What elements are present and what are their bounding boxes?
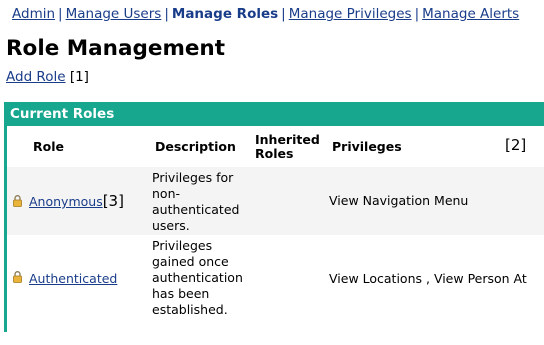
role-privileges: View Navigation Menu: [329, 193, 469, 208]
lock-icon: [13, 271, 22, 283]
table-row: Anonymous[3] Privileges for non-authenti…: [7, 167, 544, 235]
panel-header: Current Roles: [7, 102, 544, 126]
table-header-row: Role Description Inherited Roles Privile…: [7, 126, 544, 167]
nav-separator: |: [281, 6, 286, 22]
nav-admin[interactable]: Admin: [12, 6, 55, 22]
column-header-role: Role: [33, 139, 64, 154]
header-marker: [2]: [505, 136, 527, 154]
nav-separator: |: [58, 6, 63, 22]
role-description: Privileges for non-authenticated users.: [152, 170, 240, 233]
column-header-description: Description: [155, 139, 236, 154]
column-header-inherited-roles: Inherited Roles: [255, 132, 320, 161]
nav-manage-users[interactable]: Manage Users: [66, 6, 162, 22]
current-roles-panel: Current Roles Role Description Inherited…: [4, 102, 544, 345]
role-link-anonymous[interactable]: Anonymous: [29, 194, 103, 209]
nav-manage-roles-current: Manage Roles: [171, 6, 279, 22]
nav-manage-alerts[interactable]: Manage Alerts: [422, 6, 519, 22]
column-header-privileges: Privileges: [332, 139, 402, 154]
add-role-row: Add Role [1]: [6, 69, 89, 85]
nav-separator: |: [164, 6, 169, 22]
table-row: Authenticated Privileges gained once aut…: [7, 235, 544, 345]
add-role-marker: [1]: [69, 69, 89, 85]
page-title: Role Management: [6, 36, 226, 61]
nav-separator: |: [414, 6, 420, 22]
nav-manage-privileges[interactable]: Manage Privileges: [289, 6, 412, 22]
role-marker: [3]: [102, 192, 124, 210]
add-role-link[interactable]: Add Role: [6, 69, 66, 85]
role-description: Privileges gained once authentication ha…: [152, 238, 243, 317]
role-link-authenticated[interactable]: Authenticated: [29, 271, 117, 286]
role-privileges: View Locations , View Person At: [329, 271, 527, 286]
top-nav: | Admin|Manage Users|Manage Roles|Manage…: [12, 6, 519, 22]
lock-icon: [13, 195, 22, 207]
